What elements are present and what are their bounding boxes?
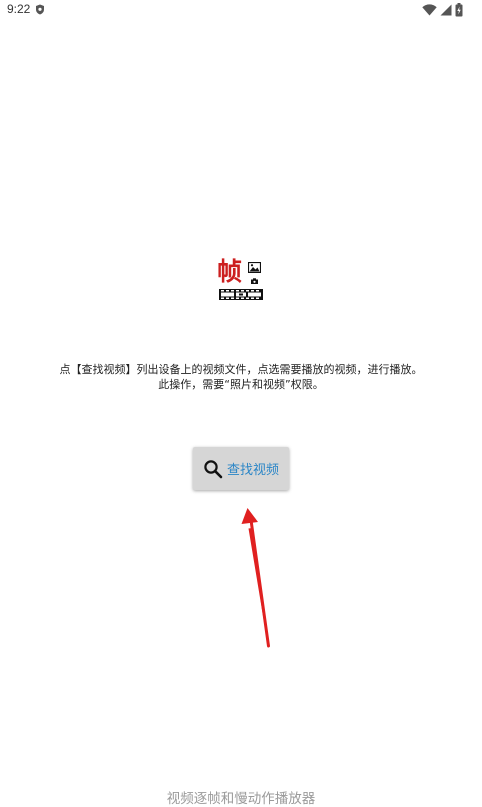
wifi-icon xyxy=(422,4,437,16)
status-bar: 9:22 xyxy=(0,0,482,22)
find-videos-button[interactable]: 查找视频 xyxy=(193,447,289,490)
cell-signal-icon xyxy=(440,4,452,16)
annotation-arrow xyxy=(241,508,270,648)
instruction-line-1: 点【查找视频】列出设备上的视频文件，点选需要播放的视频，进行播放。 xyxy=(59,363,423,376)
camera-icon xyxy=(251,278,258,284)
status-icons xyxy=(422,3,463,17)
find-videos-label: 查找视频 xyxy=(226,463,279,478)
instruction-line-2: 此操作，需要“照片和视频”权限。 xyxy=(158,378,324,391)
film-strip-icon xyxy=(219,289,263,300)
footer-app-name: 视频逐帧和慢动作播放器 xyxy=(166,791,316,807)
shield-icon xyxy=(36,4,44,15)
logo-character: 帧 xyxy=(217,257,243,286)
search-icon xyxy=(204,459,223,478)
battery-icon xyxy=(455,3,463,17)
photo-icon xyxy=(248,262,261,273)
status-time: 9:22 xyxy=(7,2,31,16)
app-logo: 帧 xyxy=(217,258,267,304)
instruction-text: 点【查找视频】列出设备上的视频文件，点选需要播放的视频，进行播放。 此操作，需要… xyxy=(0,362,482,392)
